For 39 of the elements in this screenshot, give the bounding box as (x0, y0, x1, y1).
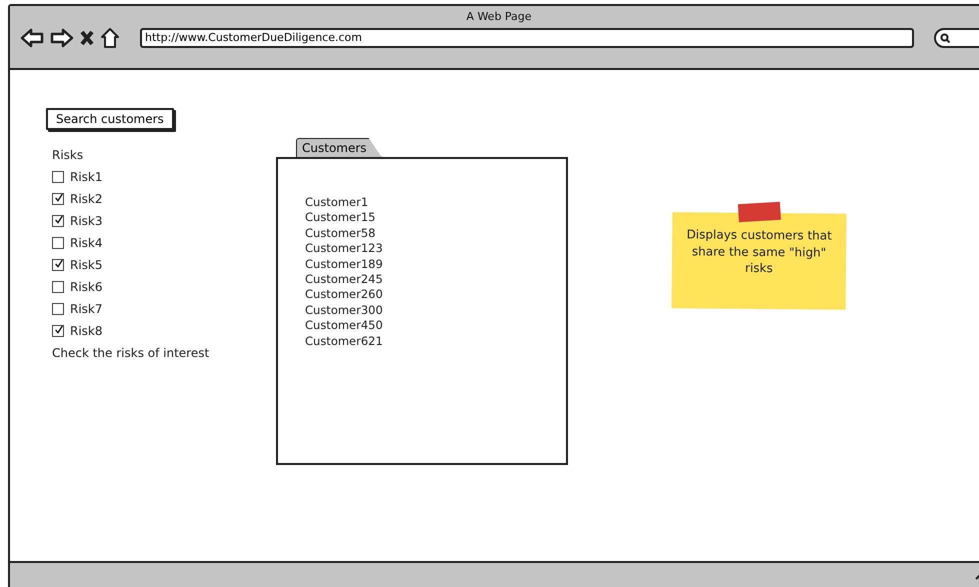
customer-item[interactable]: Customer15 (305, 210, 566, 226)
checkbox[interactable] (52, 259, 64, 271)
checkbox[interactable] (52, 237, 64, 249)
search-customers-button[interactable]: Search customers (46, 108, 174, 130)
search-icon (940, 33, 950, 43)
checkbox[interactable] (52, 215, 64, 227)
forward-icon[interactable] (50, 28, 74, 48)
checkbox[interactable] (52, 171, 64, 183)
customer-item[interactable]: Customer1 (305, 195, 566, 210)
checkbox-label: Risk3 (70, 214, 103, 228)
search-field[interactable] (934, 28, 979, 48)
checkbox[interactable] (52, 303, 64, 315)
checkbox[interactable] (52, 325, 64, 337)
checkbox-label: Risk4 (70, 236, 103, 250)
checkbox[interactable] (52, 281, 64, 293)
checkbox-label: Risk2 (70, 192, 103, 206)
window-title: A Web Page (466, 10, 532, 23)
note-text: Displays customers that share the same "high" risks (686, 227, 832, 276)
hint-text: Check the risks of interest (51, 345, 210, 362)
tape (738, 202, 781, 222)
back-icon[interactable] (20, 28, 44, 48)
address-field[interactable]: http://www.CustomerDueDiligence.com (140, 28, 914, 48)
checkbox[interactable] (52, 193, 64, 205)
customer-item[interactable]: Customer58 (305, 226, 566, 242)
customer-item[interactable]: Customer260 (305, 287, 566, 303)
checkbox-label: Risk6 (70, 280, 103, 294)
customer-item[interactable]: Customer245 (305, 272, 566, 288)
customer-item[interactable]: Customer450 (305, 318, 566, 334)
checkbox-label: Risk7 (70, 302, 103, 316)
checkbox-label: Risk8 (70, 324, 103, 338)
customer-item[interactable]: Customer300 (305, 302, 566, 318)
risks-label: Risks (51, 147, 84, 164)
checkbox-label: Risk1 (70, 170, 103, 184)
customer-item[interactable]: Customer621 (305, 334, 566, 350)
customer-item[interactable]: Customer189 (305, 256, 566, 272)
checkbox-label: Risk5 (70, 258, 103, 272)
close-icon[interactable] (80, 30, 94, 46)
customers-tab[interactable]: Customers (296, 138, 382, 157)
customer-item[interactable]: Customer123 (305, 241, 566, 257)
